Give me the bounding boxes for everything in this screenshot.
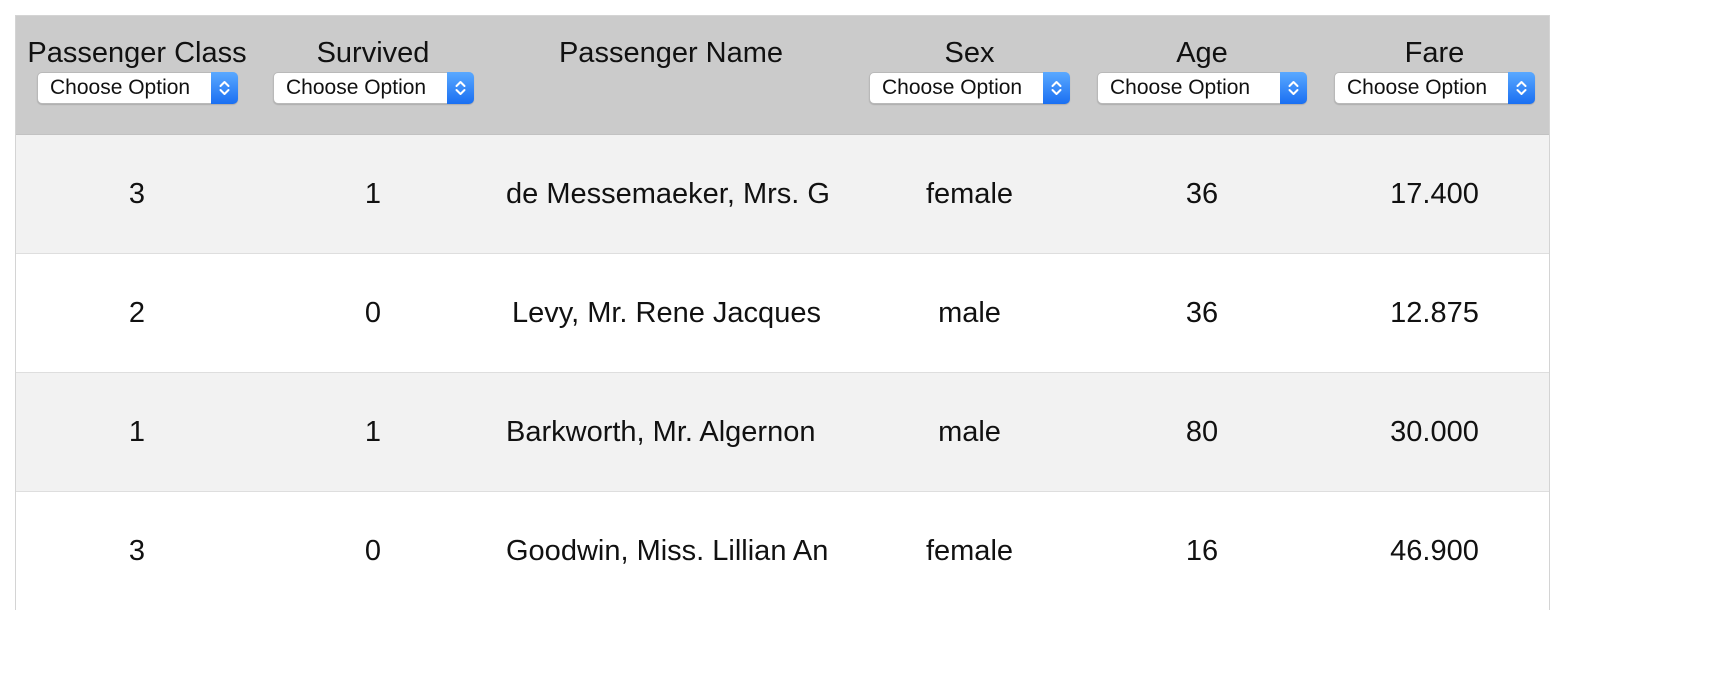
passenger-table: Passenger Class Choose Option Survived C…	[15, 15, 1550, 611]
select-arrows-icon	[1280, 72, 1307, 104]
cell-survived: 1	[364, 178, 382, 210]
cell-fare: 30.000	[1390, 416, 1479, 448]
header-age: Age Choose Option	[1097, 16, 1307, 135]
table-row: 2 0 Levy, Mr. Rene Jacques male 36 12.87…	[16, 254, 1549, 373]
cell-survived: 0	[364, 297, 382, 329]
fare-filter-value: Choose Option	[1347, 76, 1488, 99]
header-label-sex: Sex	[944, 37, 995, 69]
sex-filter-value: Choose Option	[882, 76, 1023, 99]
table-row: 3 0 Goodwin, Miss. Lillian An female 16 …	[16, 492, 1549, 611]
fare-filter-select[interactable]: Choose Option	[1334, 72, 1535, 104]
select-arrows-icon	[447, 72, 474, 104]
cell-sex: female	[925, 178, 1014, 210]
header-label-survived: Survived	[316, 37, 430, 69]
table-row: 3 1 de Messemaeker, Mrs. G female 36 17.…	[16, 135, 1549, 254]
select-arrows-icon	[1508, 72, 1535, 104]
cell-age: 16	[1185, 535, 1219, 567]
age-filter-value: Choose Option	[1110, 76, 1251, 99]
cell-sex: female	[925, 535, 1014, 567]
cell-passenger-class: 2	[128, 297, 146, 329]
header-label-fare: Fare	[1404, 37, 1465, 69]
header-passenger-name: Passenger Name	[486, 16, 856, 135]
cell-fare: 17.400	[1390, 178, 1479, 210]
cell-passenger-name: Goodwin, Miss. Lillian An	[506, 535, 829, 567]
cell-sex: male	[938, 416, 1001, 448]
age-filter-select[interactable]: Choose Option	[1097, 72, 1307, 104]
passenger-class-filter-select[interactable]: Choose Option	[37, 72, 238, 104]
survived-filter-select[interactable]: Choose Option	[273, 72, 474, 104]
cell-passenger-name: Barkworth, Mr. Algernon	[506, 416, 816, 448]
passenger-class-filter-value: Choose Option	[50, 76, 191, 99]
cell-sex: male	[938, 297, 1001, 329]
sex-filter-select[interactable]: Choose Option	[869, 72, 1070, 104]
cell-age: 36	[1185, 297, 1219, 329]
table-row: 1 1 Barkworth, Mr. Algernon male 80 30.0…	[16, 373, 1549, 492]
table-header: Passenger Class Choose Option Survived C…	[16, 16, 1549, 135]
select-arrows-icon	[211, 72, 238, 104]
cell-age: 80	[1185, 416, 1219, 448]
cell-passenger-class: 1	[128, 416, 146, 448]
cell-survived: 1	[364, 416, 382, 448]
header-survived: Survived Choose Option	[273, 16, 474, 135]
header-label-age: Age	[1176, 37, 1228, 69]
cell-passenger-class: 3	[128, 178, 146, 210]
cell-age: 36	[1185, 178, 1219, 210]
header-label-passenger-name: Passenger Name	[558, 37, 784, 69]
survived-filter-value: Choose Option	[286, 76, 427, 99]
cell-passenger-name: Levy, Mr. Rene Jacques	[512, 297, 821, 329]
header-fare: Fare Choose Option	[1334, 16, 1535, 135]
header-passenger-class: Passenger Class Choose Option	[16, 16, 258, 135]
cell-fare: 46.900	[1390, 535, 1479, 567]
cell-fare: 12.875	[1390, 297, 1479, 329]
select-arrows-icon	[1043, 72, 1070, 104]
header-label-passenger-class: Passenger Class	[27, 37, 247, 69]
cell-passenger-name: de Messemaeker, Mrs. G	[506, 178, 830, 210]
header-sex: Sex Choose Option	[869, 16, 1070, 135]
cell-passenger-class: 3	[128, 535, 146, 567]
cell-survived: 0	[364, 535, 382, 567]
